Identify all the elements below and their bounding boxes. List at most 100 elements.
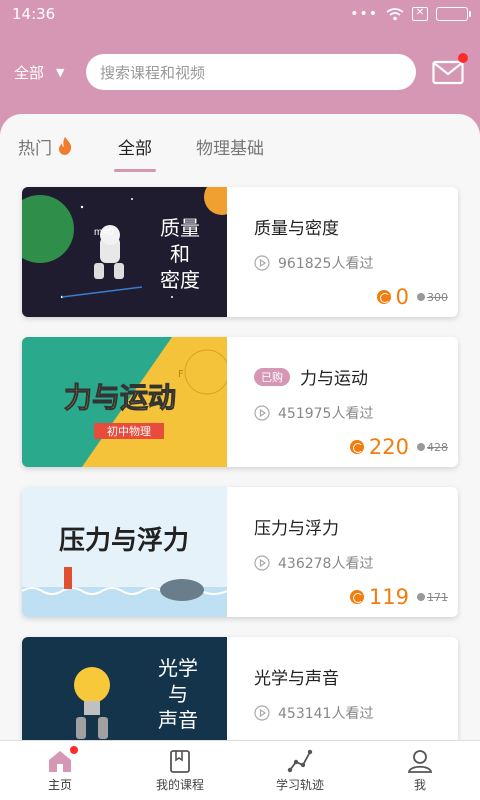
view-count-text: 453141人看过 xyxy=(278,706,374,722)
thumb-title: 压力与浮力 xyxy=(59,526,189,556)
small-coin-icon xyxy=(417,593,425,601)
course-title: 光学与声音 xyxy=(254,664,339,689)
category-tabs: 热门 全部 物理基础 xyxy=(0,114,480,178)
top-header: 全部 ▼ 搜索课程和视频 xyxy=(0,48,480,96)
nav-home-label: 主页 xyxy=(47,778,72,792)
purchased-badge: 已购 xyxy=(254,367,290,386)
course-card[interactable]: 力与运动 初中物理 F 已购 力与运动 451975人看过 220 428 xyxy=(22,337,458,467)
thumb-title: 力与运动 xyxy=(64,381,176,414)
thumb-subtitle: 初中物理 xyxy=(107,424,151,438)
course-title-text: 力与运动 xyxy=(300,369,368,389)
wifi-icon xyxy=(386,8,404,21)
play-icon xyxy=(254,705,270,721)
nav-my-courses-label: 我的课程 xyxy=(155,778,204,792)
price-row: 0 300 xyxy=(376,285,448,309)
tab-all-label: 全部 xyxy=(118,138,152,159)
course-info: 光学与声音 453141人看过 xyxy=(254,637,458,740)
view-count-text: 436278人看过 xyxy=(278,556,374,572)
course-title-text: 质量与密度 xyxy=(254,219,339,239)
notification-dot xyxy=(458,53,468,63)
coin-icon xyxy=(349,590,364,604)
nav-me-label: 我 xyxy=(413,778,426,792)
status-bar: 14:36 ••• ✕ xyxy=(0,0,480,28)
thumb-line-1: 质量 xyxy=(160,216,200,240)
thumb-note: F xyxy=(178,369,184,380)
course-title: 质量与密度 xyxy=(254,214,339,239)
mail-icon xyxy=(432,60,464,85)
view-count: 451975人看过 xyxy=(254,403,373,423)
tab-physics-basics[interactable]: 物理基础 xyxy=(196,114,264,178)
caret-down-icon: ▼ xyxy=(56,65,65,79)
thumb-line-3: 声音 xyxy=(158,708,198,732)
view-count: 961825人看过 xyxy=(254,253,373,273)
course-card[interactable]: 光学 与 声音 光学与声音 453141人看过 xyxy=(22,637,458,740)
play-icon xyxy=(254,255,270,271)
tab-physics-basics-label: 物理基础 xyxy=(196,138,264,159)
small-coin-icon xyxy=(417,443,425,451)
filter-label: 全部 xyxy=(14,63,45,82)
thumb-line-2: 和 xyxy=(170,242,190,266)
book-icon xyxy=(166,748,194,774)
status-icons: ••• ✕ xyxy=(350,6,471,22)
thumb-line-3: 密度 xyxy=(160,268,200,292)
course-title-text: 压力与浮力 xyxy=(254,519,339,539)
small-coin-icon xyxy=(417,293,425,301)
original-price-text: 300 xyxy=(427,290,448,304)
flame-icon xyxy=(59,137,72,155)
no-sim-icon: ✕ xyxy=(412,7,428,21)
tab-hot[interactable]: 热门 xyxy=(18,114,74,178)
course-thumbnail: 力与运动 初中物理 F xyxy=(22,337,227,467)
course-thumbnail: 压力与浮力 xyxy=(22,487,227,617)
thumb-note: m≠0 xyxy=(94,227,114,238)
price: 220 xyxy=(368,435,409,459)
nav-me[interactable]: 我 xyxy=(360,741,480,800)
thumb-line-2: 与 xyxy=(168,682,188,706)
course-card[interactable]: 压力与浮力 压力与浮力 436278人看过 119 171 xyxy=(22,487,458,617)
coin-icon xyxy=(349,440,364,454)
price-row: 119 171 xyxy=(349,585,448,609)
coin-icon xyxy=(376,290,391,304)
nav-home[interactable]: 主页 xyxy=(0,741,120,800)
nav-study-trail[interactable]: 学习轨迹 xyxy=(240,741,360,800)
tab-hot-label: 热门 xyxy=(18,138,52,159)
search-input[interactable]: 搜索课程和视频 xyxy=(86,54,416,90)
view-count-text: 451975人看过 xyxy=(278,406,374,422)
bottom-nav: 主页 我的课程 学习轨迹 我 xyxy=(0,740,480,800)
more-dots-icon: ••• xyxy=(350,6,378,22)
view-count: 453141人看过 xyxy=(254,703,373,723)
original-price: 171 xyxy=(417,591,448,604)
view-count-text: 961825人看过 xyxy=(278,256,374,272)
course-title: 已购 力与运动 xyxy=(254,364,368,389)
home-badge-dot xyxy=(70,746,78,754)
battery-icon xyxy=(436,7,471,21)
course-title: 压力与浮力 xyxy=(254,514,339,539)
course-card[interactable]: m≠0 质量 和 密度 质量与密度 961825人看过 0 300 xyxy=(22,187,458,317)
trail-icon xyxy=(286,748,314,774)
course-info: 已购 力与运动 451975人看过 220 428 xyxy=(254,337,458,467)
play-icon xyxy=(254,555,270,571)
original-price: 300 xyxy=(417,291,448,304)
course-title-text: 光学与声音 xyxy=(254,669,339,689)
view-count: 436278人看过 xyxy=(254,553,373,573)
original-price-text: 428 xyxy=(427,440,448,454)
user-icon xyxy=(406,748,434,774)
search-placeholder: 搜索课程和视频 xyxy=(100,63,206,82)
course-thumbnail: m≠0 质量 和 密度 xyxy=(22,187,227,317)
tab-all[interactable]: 全部 xyxy=(114,114,156,178)
message-button[interactable] xyxy=(432,53,468,85)
nav-my-courses[interactable]: 我的课程 xyxy=(120,741,240,800)
price-row: 220 428 xyxy=(349,435,448,459)
price: 0 xyxy=(395,285,409,309)
price: 119 xyxy=(368,585,409,609)
course-info: 压力与浮力 436278人看过 119 171 xyxy=(254,487,458,617)
original-price-text: 171 xyxy=(427,590,448,604)
content-panel: 热门 全部 物理基础 m≠0 质量 和 密度 质量与密度 961825人看过 0… xyxy=(0,114,480,740)
status-time: 14:36 xyxy=(12,5,56,23)
thumb-line-1: 光学 xyxy=(158,656,198,680)
nav-study-trail-label: 学习轨迹 xyxy=(275,778,324,792)
course-info: 质量与密度 961825人看过 0 300 xyxy=(254,187,458,317)
category-filter-dropdown[interactable]: 全部 ▼ xyxy=(14,62,86,83)
play-icon xyxy=(254,405,270,421)
home-icon xyxy=(46,746,78,774)
course-thumbnail: 光学 与 声音 xyxy=(22,637,227,740)
